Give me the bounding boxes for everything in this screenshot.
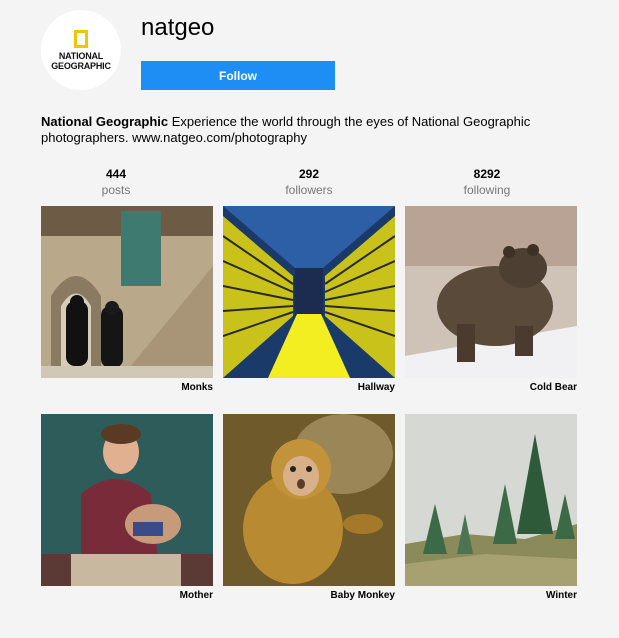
post-caption-winter: Winter: [545, 590, 577, 601]
post-caption-cold-bear: Cold Bear: [529, 382, 577, 393]
post-tile-cold-bear[interactable]: [405, 206, 577, 378]
post-caption-hallway: Hallway: [357, 382, 395, 393]
stat-following-label: following: [463, 183, 511, 197]
post-caption-monks: Monks: [181, 382, 213, 393]
cold-bear-photo: [405, 206, 577, 378]
winter-photo: [405, 414, 577, 586]
post-tile-baby-monkey[interactable]: [223, 414, 395, 586]
stat-followers-value: 292: [298, 167, 320, 181]
post-tile-monks[interactable]: [41, 206, 213, 378]
monks-photo: [41, 206, 213, 378]
profile-stats: 444 posts 292 followers 8292 following: [41, 167, 577, 199]
stat-following[interactable]: 8292 following: [412, 167, 562, 198]
profile-bio: National Geographic Experience the world…: [41, 114, 541, 146]
stat-following-value: 8292: [473, 167, 501, 181]
stat-followers-label: followers: [285, 183, 333, 197]
stat-posts[interactable]: 444 posts: [41, 167, 191, 198]
post-tile-hallway[interactable]: [223, 206, 395, 378]
hallway-photo: [223, 206, 395, 378]
post-tile-mother[interactable]: [41, 414, 213, 586]
post-caption-mother: Mother: [179, 590, 213, 601]
post-caption-baby-monkey: Baby Monkey: [330, 590, 395, 601]
follow-button[interactable]: Follow: [141, 61, 335, 90]
logo-text-line2: GEOGRAPHIC: [51, 60, 111, 71]
logo-text-line1: NATIONAL: [58, 50, 104, 61]
mother-photo: [41, 414, 213, 586]
logo-text: NATIONAL GEOGRAPHIC: [51, 51, 111, 71]
natgeo-logo-icon: [74, 29, 88, 48]
profile-username: natgeo: [141, 14, 215, 41]
bio-name: National Geographic: [41, 114, 169, 129]
stat-followers[interactable]: 292 followers: [234, 167, 384, 198]
stat-posts-label: posts: [101, 183, 131, 197]
profile-avatar[interactable]: NATIONAL GEOGRAPHIC: [41, 10, 121, 90]
post-tile-winter[interactable]: [405, 414, 577, 586]
baby-monkey-photo: [223, 414, 395, 586]
stat-posts-value: 444: [105, 167, 127, 181]
